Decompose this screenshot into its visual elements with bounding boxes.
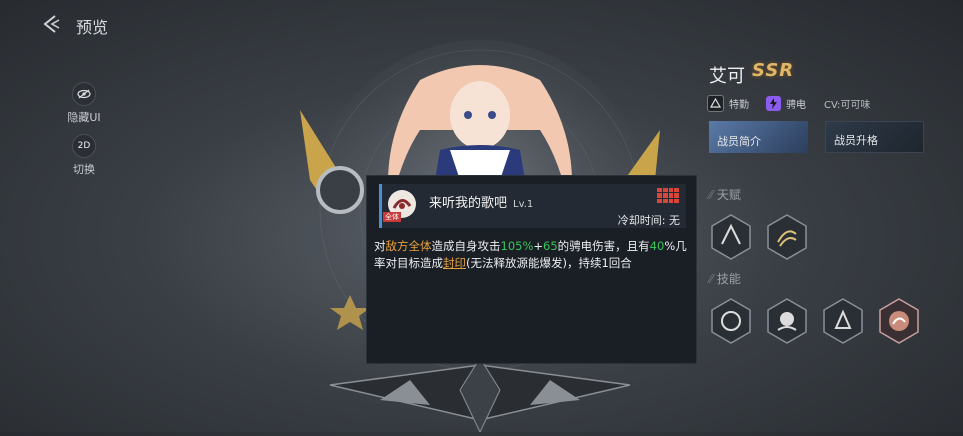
skill-icon-3[interactable] [822, 298, 864, 344]
element-label: 骋电 [786, 99, 806, 111]
class-label: 特勤 [729, 99, 749, 111]
skill-icon-4[interactable] [878, 298, 920, 344]
cooldown: 冷却时间: 无 [617, 214, 680, 227]
upgrade-button[interactable]: 战员升格 [825, 121, 924, 153]
talent-icon-1[interactable] [710, 214, 752, 260]
status-link[interactable]: 封印 [443, 256, 466, 270]
page-title: 预览 [76, 18, 109, 37]
skill-icon-1[interactable] [710, 298, 752, 344]
skills-section-title: ⁄⁄ 技能 [709, 272, 741, 286]
cv-label: CV:可可味 [824, 100, 871, 111]
hide-ui-button[interactable]: 隐藏UI [64, 82, 104, 125]
skill-icon: 全体 [383, 188, 419, 222]
class-tag: 特勤 [707, 94, 749, 112]
target-badge: 全体 [383, 212, 401, 222]
target-highlight: 敌方全体 [385, 239, 432, 253]
talent-section-title: ⁄⁄ 天赋 [709, 188, 741, 202]
tooltip-header: 全体 来听我的歌吧 Lv.1 冷却时间: 无 [379, 184, 686, 228]
skill-level: Lv.1 [513, 199, 534, 210]
skill-tooltip: 全体 来听我的歌吧 Lv.1 冷却时间: 无 对敌方全体造成自身攻击105%+65… [366, 175, 697, 364]
value-highlight-3: 40 [649, 239, 665, 253]
class-icon [707, 94, 724, 112]
value-highlight-1: 105% [500, 239, 534, 253]
eye-hide-icon [72, 82, 96, 106]
switch-button[interactable]: 2D 切换 [64, 134, 104, 177]
upgrade-button-label: 战员升格 [834, 134, 878, 147]
intro-button-label: 战员简介 [717, 135, 761, 148]
switch-label: 切换 [73, 163, 95, 176]
skill-icon-2[interactable] [766, 298, 808, 344]
2d-badge: 2D [72, 134, 96, 158]
element-tag: 骋电 [766, 95, 806, 111]
lightning-icon [766, 95, 781, 111]
back-button[interactable] [40, 12, 64, 36]
value-highlight-2: 65 [543, 239, 558, 253]
rarity-badge: SSR [752, 60, 795, 81]
back-arrow-icon [43, 15, 60, 33]
grid-icon [657, 188, 679, 203]
hide-ui-label: 隐藏UI [67, 111, 101, 124]
skill-title: 来听我的歌吧 Lv.1 [429, 192, 533, 211]
skill-description: 对敌方全体造成自身攻击105%+65的骋电伤害，且有40%几率对目标造成封印(无… [374, 239, 687, 270]
skill-name: 来听我的歌吧 [429, 196, 508, 211]
accent-bar [379, 184, 382, 228]
character-name: 艾可 [709, 66, 745, 87]
intro-button[interactable]: 战员简介 [709, 121, 808, 153]
talent-icon-2[interactable] [766, 214, 808, 260]
